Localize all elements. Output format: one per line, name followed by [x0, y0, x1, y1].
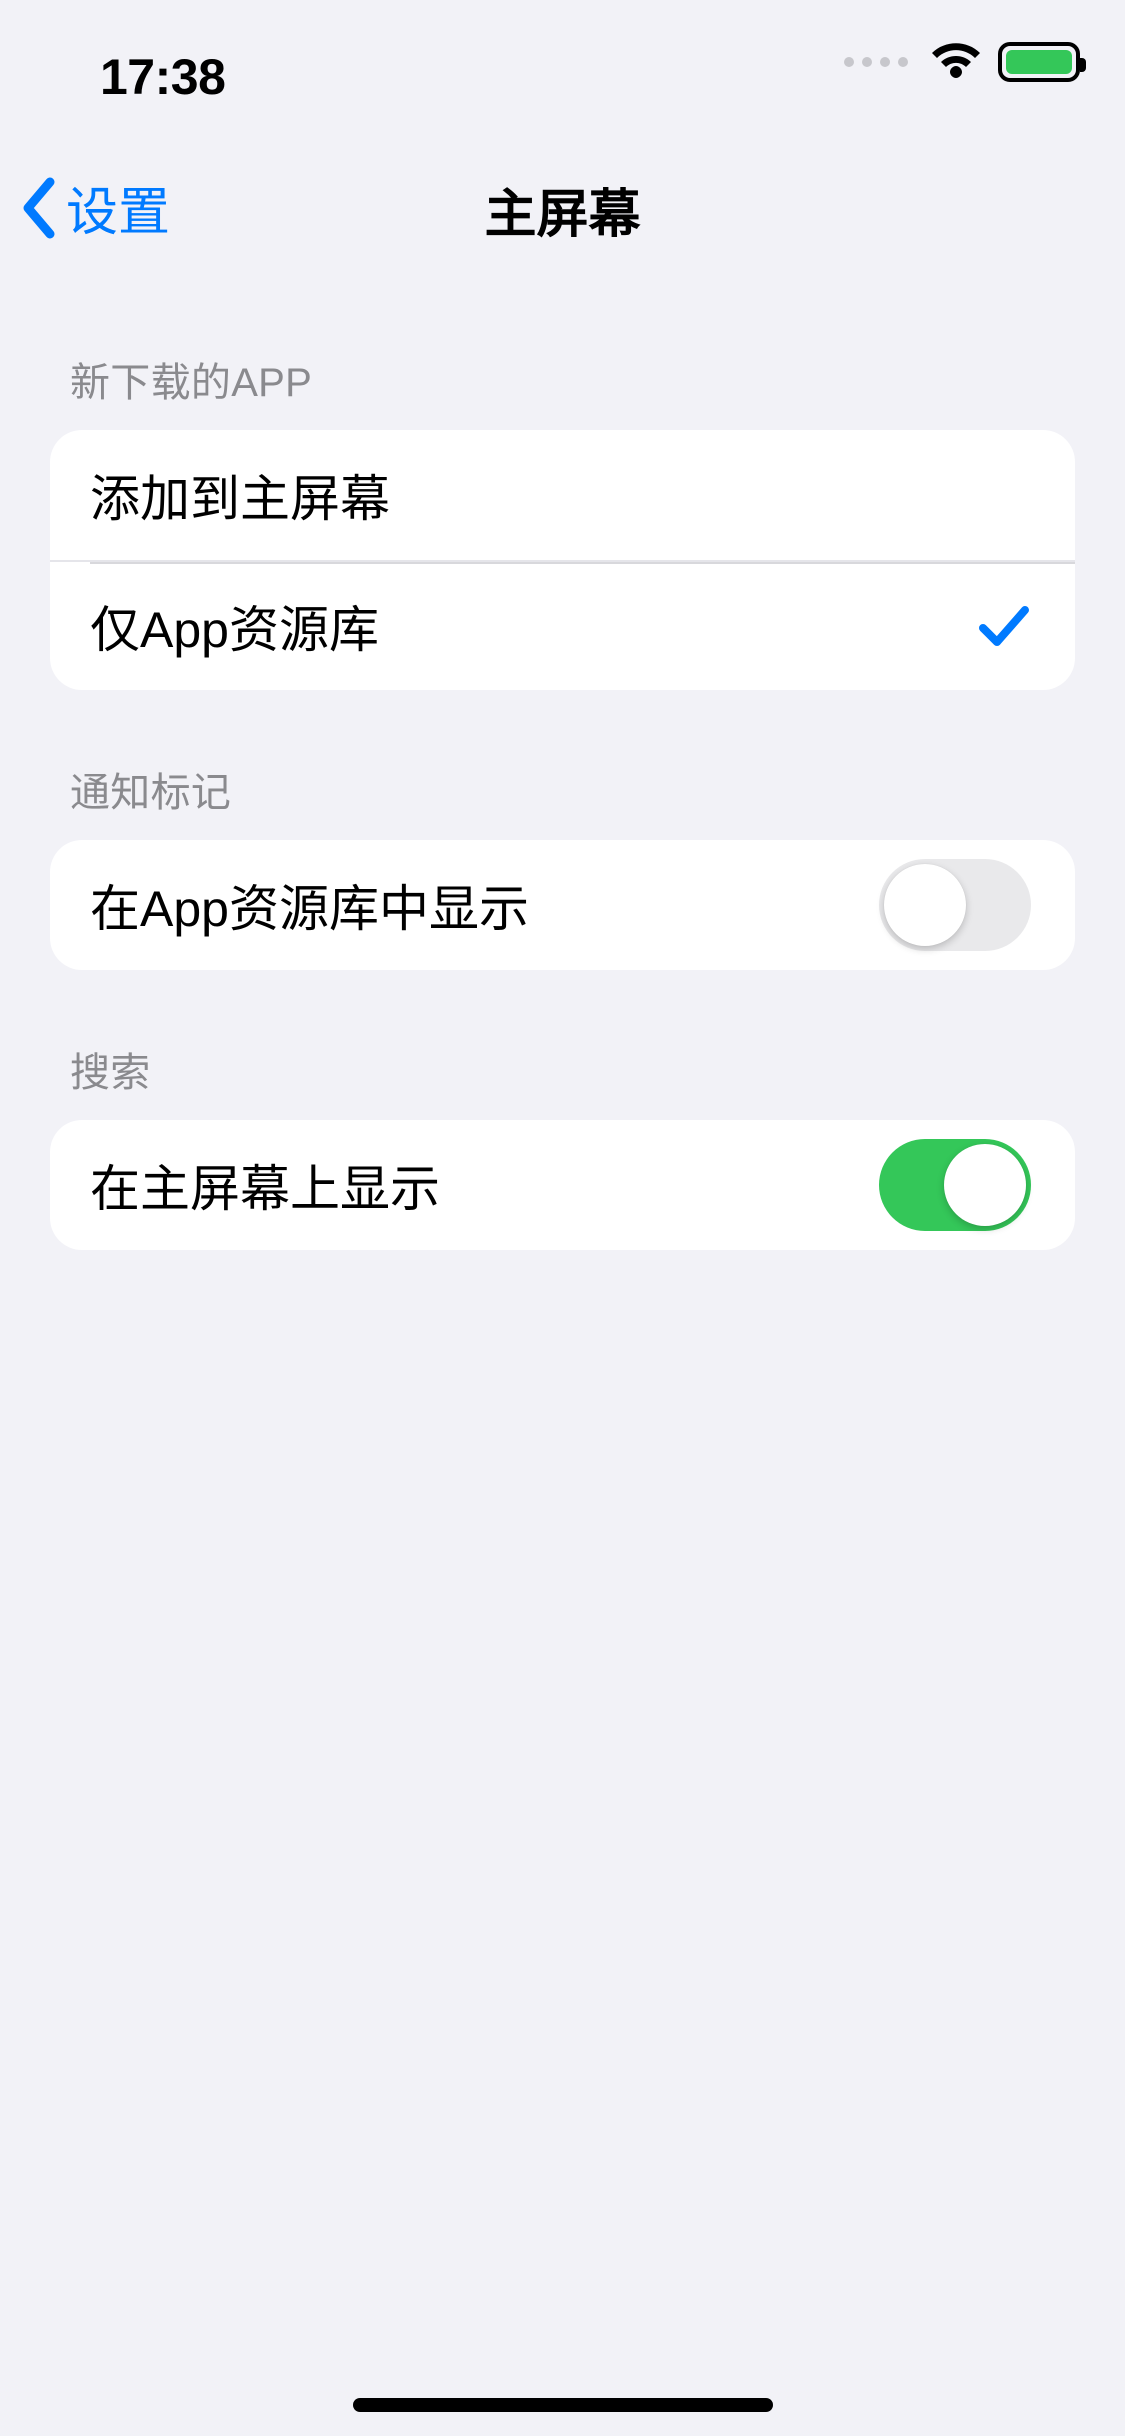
group-search: 在主屏幕上显示 — [50, 1120, 1075, 1250]
wifi-icon — [930, 42, 982, 82]
option-app-library-only-label: 仅App资源库 — [90, 590, 379, 662]
page-title: 主屏幕 — [0, 172, 1125, 247]
option-add-to-home[interactable]: 添加到主屏幕 — [50, 430, 1075, 560]
toggle-show-on-home-screen[interactable] — [879, 1139, 1031, 1231]
group-new-apps: 添加到主屏幕 仅App资源库 — [50, 430, 1075, 690]
toggle-show-in-app-library[interactable] — [879, 859, 1031, 951]
row-show-on-home-screen: 在主屏幕上显示 — [50, 1120, 1075, 1250]
cellular-dots-icon — [844, 57, 908, 67]
option-add-to-home-label: 添加到主屏幕 — [90, 459, 390, 531]
group-badges: 在App资源库中显示 — [50, 840, 1075, 970]
checkmark-icon — [977, 602, 1031, 650]
home-indicator[interactable] — [353, 2398, 773, 2412]
section-header-search: 搜索 — [50, 970, 1075, 1120]
option-app-library-only[interactable]: 仅App资源库 — [50, 560, 1075, 690]
section-header-new-apps: 新下载的APP — [50, 280, 1075, 430]
battery-icon — [998, 42, 1080, 82]
section-header-badges: 通知标记 — [50, 690, 1075, 840]
status-bar: 17:38 — [0, 0, 1125, 140]
row-show-in-app-library: 在App资源库中显示 — [50, 840, 1075, 970]
status-time: 17:38 — [100, 48, 225, 106]
status-right-cluster — [844, 42, 1080, 82]
navigation-bar: 设置 主屏幕 — [0, 140, 1125, 280]
row-show-on-home-screen-label: 在主屏幕上显示 — [90, 1149, 440, 1221]
row-show-in-app-library-label: 在App资源库中显示 — [90, 869, 529, 941]
